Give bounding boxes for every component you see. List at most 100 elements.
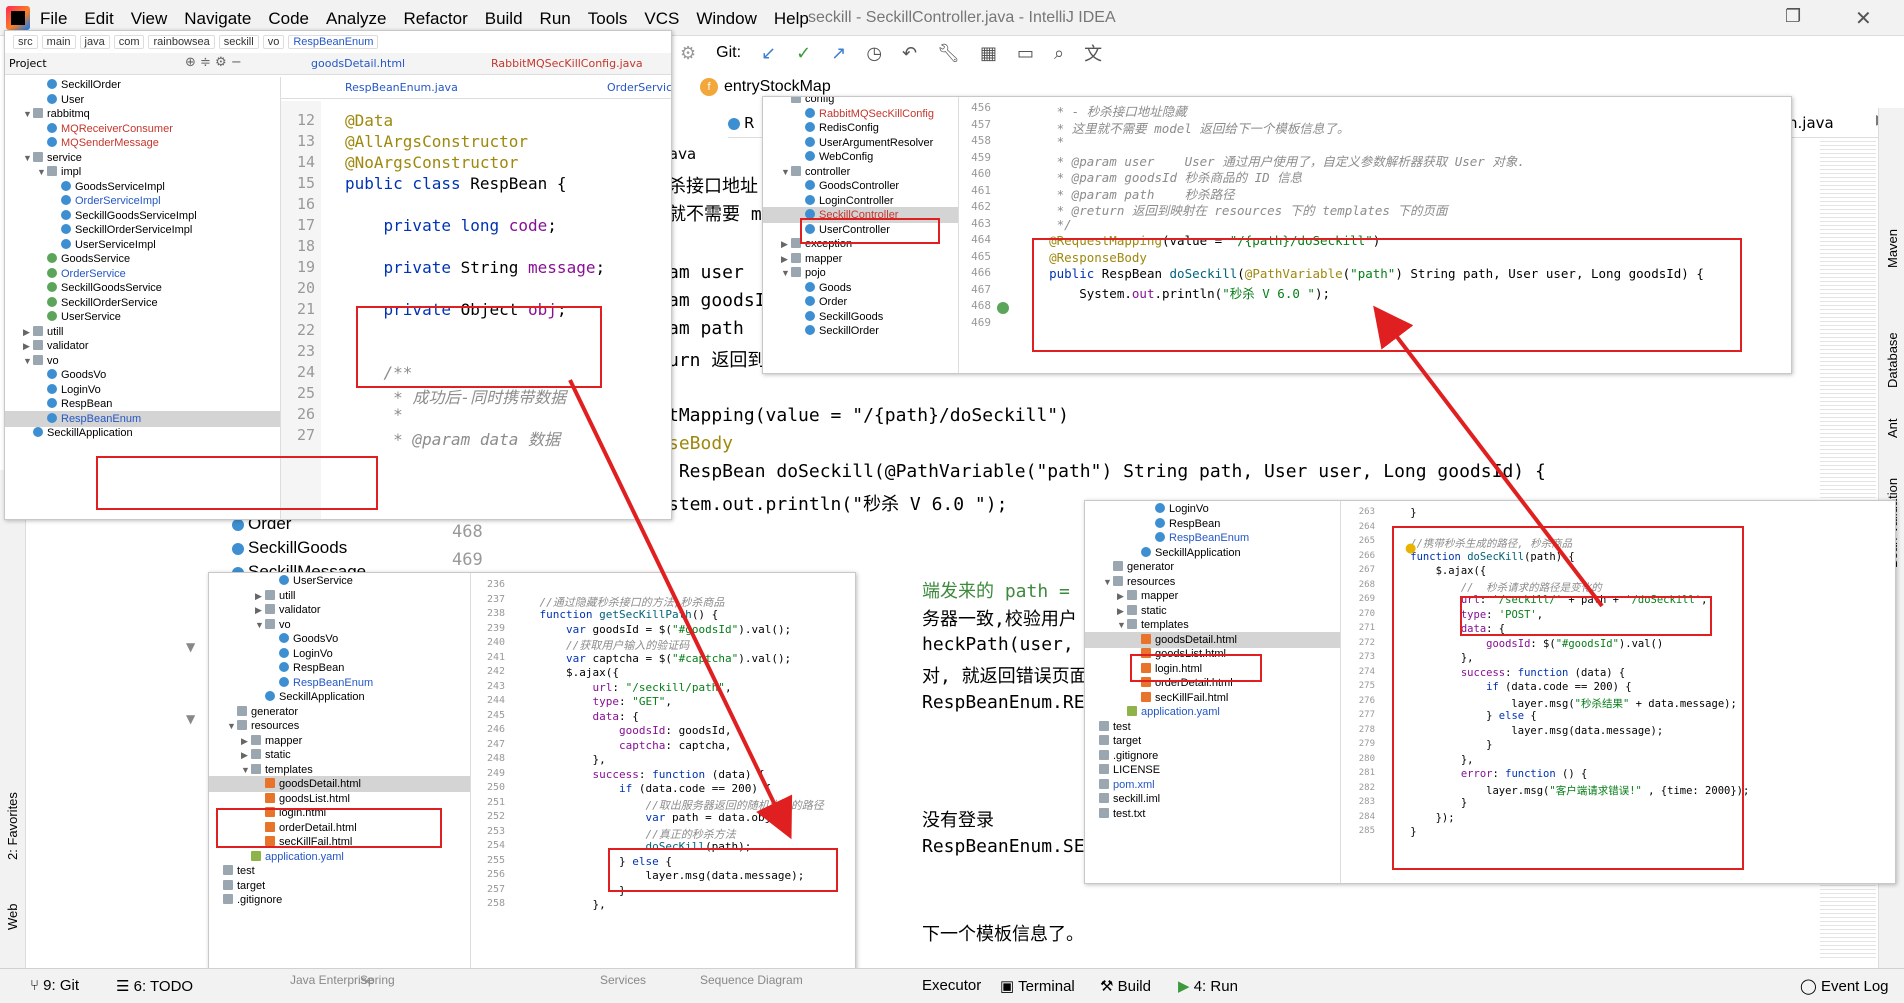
tree-item-label: seckill.iml — [1113, 793, 1161, 805]
git-tool-tab[interactable]: ⑂ 9: Git — [30, 977, 79, 994]
tree-item[interactable]: SeckillApplication — [23, 425, 133, 441]
line-number: 252 — [486, 811, 505, 822]
code-token: : { — [618, 709, 639, 723]
bottom-partial-tab[interactable]: Spring — [360, 973, 395, 987]
method-breadcrumb[interactable]: f entryStockMap — [700, 78, 831, 96]
tab-orderservice[interactable]: OrderService — [607, 81, 671, 94]
bg-tab-1[interactable]: R — [728, 114, 754, 132]
event-log-tab[interactable]: ◯ Event Log — [1800, 977, 1889, 995]
class-icon — [47, 79, 57, 89]
line-number: 457 — [971, 117, 991, 131]
code-token: ).val(); — [738, 651, 792, 665]
tree-item[interactable]: application.yaml — [241, 849, 344, 865]
restore-window-icon[interactable]: ❐ — [1785, 6, 1801, 27]
breadcrumb-item[interactable]: seckill — [218, 35, 259, 49]
menu-vcs[interactable]: VCS — [644, 9, 679, 29]
line-number: 12 — [296, 111, 315, 129]
web-tab[interactable]: Web — [5, 904, 20, 931]
presentation-icon[interactable]: ▭ — [1017, 43, 1034, 64]
tree-item[interactable]: application.yaml — [1117, 704, 1220, 720]
breadcrumb-item[interactable]: main — [41, 35, 76, 49]
code-line: url: "/seckill/path", — [513, 681, 731, 694]
menu-tools[interactable]: Tools — [588, 9, 628, 29]
expand-arrow-icon[interactable]: ▼ — [1103, 574, 1113, 590]
tab-respbeanenum[interactable]: RespBeanEnum.java — [345, 81, 458, 94]
push-icon[interactable]: ↗ — [831, 43, 846, 64]
tree-item-label: SeckillOrder — [819, 325, 879, 337]
history-icon[interactable]: ◷ — [866, 43, 882, 64]
bg-tab-3[interactable]: n.java — [1788, 114, 1834, 132]
class-icon — [805, 151, 815, 161]
menu-help[interactable]: Help — [774, 9, 809, 29]
close-window-icon[interactable]: ✕ — [1855, 6, 1872, 30]
menu-refactor[interactable]: Refactor — [403, 9, 467, 29]
tab-goodsdetail[interactable]: goodsDetail.html — [311, 57, 405, 70]
project-structure-icon[interactable]: ▦ — [980, 43, 997, 64]
expand-arrow-icon[interactable]: ▼ — [23, 353, 33, 369]
line-number: 461 — [971, 183, 991, 197]
tree-item[interactable]: .gitignore — [213, 892, 282, 908]
tab-label: goodsDetail.html — [311, 57, 406, 70]
favorites-tab[interactable]: 2: Favorites — [5, 792, 20, 860]
build-icon[interactable]: ⚙ — [680, 43, 696, 64]
commit-icon[interactable]: ✓ — [796, 43, 811, 64]
database-tab[interactable]: Database — [1885, 332, 1900, 388]
breadcrumb-item[interactable]: java — [79, 35, 110, 49]
executor-tab[interactable]: Executor — [922, 977, 981, 994]
code-token: path = data.obj; — [671, 811, 778, 824]
run-tool-tab[interactable]: ▶ 4: Run — [1178, 977, 1238, 995]
code-token: code — [508, 216, 548, 235]
expand-arrow-icon[interactable]: ▼ — [37, 164, 47, 180]
expand-arrow-icon[interactable]: ▼ — [781, 164, 791, 180]
breadcrumb-item[interactable]: rainbowsea — [148, 35, 215, 49]
breadcrumb-item[interactable]: RespBeanEnum — [288, 35, 379, 49]
line-number: 254 — [486, 840, 505, 851]
tab-rabbitmq-config[interactable]: RabbitMQSecKillConfig.java — [491, 57, 643, 70]
rollback-icon[interactable]: ↶ — [902, 43, 917, 64]
translate-icon[interactable]: 文 — [1084, 40, 1102, 66]
menu-code[interactable]: Code — [268, 9, 309, 29]
method-breadcrumb-label: entryStockMap — [724, 78, 831, 96]
menu-window[interactable]: Window — [696, 9, 756, 29]
menu-file[interactable]: File — [40, 9, 67, 29]
line-number: 239 — [486, 622, 505, 634]
search-icon[interactable]: ⌕ — [1054, 43, 1064, 64]
line-number: 469 — [971, 315, 991, 329]
menu-run[interactable]: Run — [540, 9, 571, 29]
settings-wrench-icon[interactable]: 🔧︎ — [937, 43, 960, 64]
menu-edit[interactable]: Edit — [84, 9, 113, 29]
bottom-partial-tab[interactable]: Sequence Diagram — [700, 973, 803, 987]
expand-arrow-icon[interactable]: ▼ — [23, 150, 33, 166]
project-settings-icon[interactable]: ⊕ ≑ ⚙ − — [185, 55, 242, 70]
tree-item-label: service — [47, 151, 82, 164]
expand-arrow-icon[interactable]: ▼ — [255, 617, 265, 633]
breadcrumb-item[interactable]: com — [113, 35, 145, 49]
html-file-icon — [1141, 633, 1151, 644]
build-tool-tab[interactable]: ⚒ Build — [1100, 977, 1151, 995]
menu-navigate[interactable]: Navigate — [184, 9, 251, 29]
ant-tab[interactable]: Ant — [1885, 418, 1900, 438]
breadcrumb-item[interactable]: src — [13, 35, 38, 49]
tree-item[interactable]: test.txt — [1089, 806, 1145, 822]
menu-analyze[interactable]: Analyze — [326, 9, 386, 29]
bottom-partial-tab[interactable]: Services — [600, 973, 646, 987]
code-line: @Data — [345, 111, 393, 130]
menu-build[interactable]: Build — [485, 9, 523, 29]
tree-item[interactable]: SeckillOrder — [795, 323, 879, 339]
expand-arrow-icon[interactable]: ▼ — [227, 718, 237, 734]
line-number: 19 — [296, 258, 315, 276]
breadcrumb-item[interactable]: vo — [262, 35, 285, 49]
bg-expand-icon[interactable]: ▼ — [186, 712, 195, 726]
terminal-tool-tab[interactable]: ▣ Terminal — [1000, 977, 1075, 995]
expand-arrow-icon[interactable]: ▼ — [781, 265, 791, 281]
bg-expand-icon[interactable]: ▼ — [186, 640, 195, 654]
project-view-label[interactable]: Project — [9, 57, 47, 70]
update-project-icon[interactable]: ↙ — [761, 43, 776, 64]
todo-tool-tab[interactable]: ☰ 6: TODO — [116, 977, 193, 995]
code-token: : — [638, 767, 653, 781]
menu-view[interactable]: View — [131, 9, 168, 29]
tree-item-label: LoginVo — [61, 383, 101, 396]
run-gutter-icon[interactable] — [997, 302, 1009, 314]
maven-tab[interactable]: Maven — [1885, 229, 1900, 268]
expand-arrow-icon[interactable]: ▼ — [23, 106, 33, 122]
